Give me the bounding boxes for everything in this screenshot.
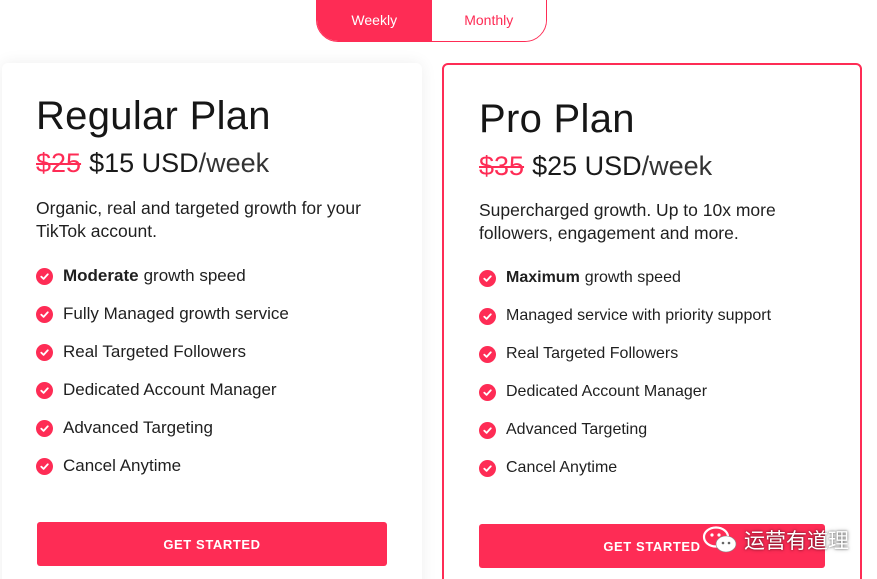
feature-emphasis: Moderate [63,266,139,285]
feature-label: Advanced Targeting [63,418,213,437]
feature-item: Real Targeted Followers [36,333,289,371]
price-period: /week [641,151,713,181]
old-price: $25 [36,148,82,178]
price-row: $25 $15 USD/week [36,148,269,179]
check-icon [36,419,53,437]
new-price: $25 USD [532,151,642,181]
feature-emphasis: Maximum [506,269,580,286]
check-icon [36,457,53,475]
plan-title: Regular Plan [36,94,271,138]
old-price: $35 [479,151,525,181]
feature-label: growth speed [143,266,246,285]
feature-label: Advanced Targeting [506,421,648,438]
feature-item: Dedicated Account Manager [479,373,771,411]
plan-description: Supercharged growth. Up to 10x more foll… [479,200,776,243]
feature-label: Real Targeted Followers [63,342,246,361]
new-price: $15 USD [89,148,199,178]
feature-item: Real Targeted Followers [479,335,771,373]
billing-period-toggle[interactable]: Weekly Monthly [316,0,547,42]
price-row: $35 $25 USD/week [479,151,712,182]
feature-label: Cancel Anytime [506,459,618,476]
watermark: 运营有道理 [702,524,849,556]
feature-label: Real Targeted Followers [506,345,679,362]
watermark-text: 运营有道理 [744,530,849,553]
feature-item: Managed service with priority support [479,297,771,335]
feature-item: Advanced Targeting [36,409,289,447]
feature-list: Moderate growth speed Fully Managed growt… [36,257,289,485]
feature-item: Cancel Anytime [36,447,289,485]
feature-label: Cancel Anytime [63,456,182,475]
feature-label: Dedicated Account Manager [63,380,277,399]
feature-label: growth speed [584,269,681,286]
plan-description: Organic, real and targeted growth for yo… [36,198,361,241]
check-icon [479,383,496,401]
feature-item: Fully Managed growth service [36,295,289,333]
check-icon [36,267,53,285]
feature-label: Fully Managed growth service [63,304,289,323]
feature-item: Advanced Targeting [479,411,771,449]
check-icon [479,421,496,439]
feature-item: Moderate growth speed [36,257,289,295]
check-icon [479,459,496,477]
wechat-icon [702,526,737,553]
regular-plan-card: Regular Plan $25 $15 USD/week Organic, re… [2,63,422,579]
check-icon [36,343,53,361]
toggle-monthly[interactable]: Monthly [431,0,546,41]
feature-label: Managed service with priority support [506,307,772,324]
get-started-button[interactable]: GET STARTED [37,522,387,566]
feature-label: Dedicated Account Manager [506,383,708,400]
feature-item: Maximum growth speed [479,259,771,297]
feature-item: Dedicated Account Manager [36,371,289,409]
feature-list: Maximum growth speed Managed service with… [479,259,771,487]
pro-plan-card: Pro Plan $35 $25 USD/week Supercharged gr… [442,63,862,579]
feature-item: Cancel Anytime [479,449,771,487]
price-period: /week [198,148,270,178]
check-icon [479,269,496,287]
toggle-weekly[interactable]: Weekly [317,0,432,41]
check-icon [36,305,53,323]
check-icon [479,307,496,325]
check-icon [36,381,53,399]
check-icon [479,345,496,363]
plan-title: Pro Plan [479,97,635,141]
